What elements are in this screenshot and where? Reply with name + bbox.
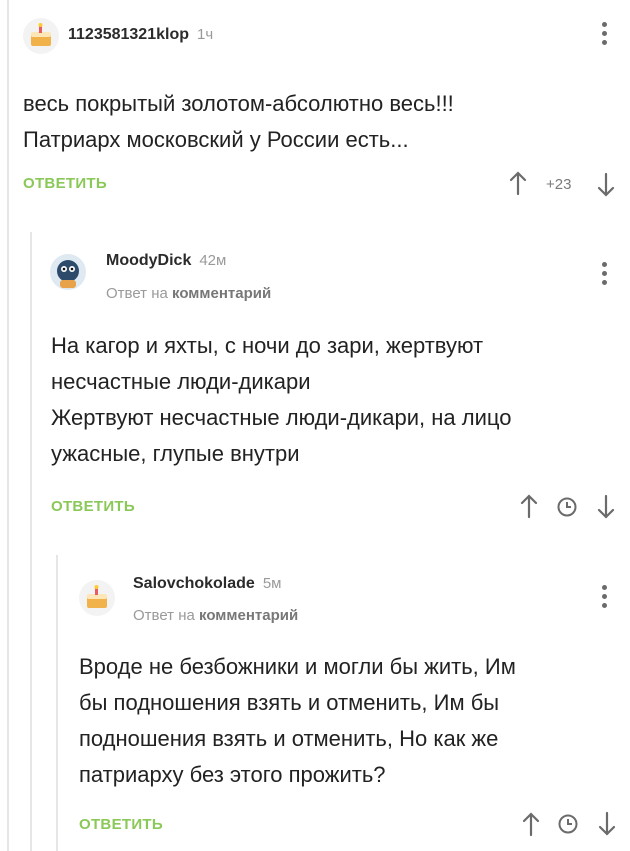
reply-button[interactable]: ОТВЕТИТЬ bbox=[23, 175, 107, 192]
cake-avatar-icon bbox=[31, 23, 51, 46]
thread-line bbox=[56, 555, 58, 851]
downvote-arrow-icon[interactable] bbox=[597, 494, 615, 520]
reply-button[interactable]: ОТВЕТИТЬ bbox=[79, 816, 163, 833]
comment-text: Вроде не безбожники и могли бы жить, Им … bbox=[79, 654, 516, 787]
more-menu-icon[interactable] bbox=[602, 585, 608, 611]
more-menu-icon[interactable] bbox=[602, 262, 608, 288]
author-name[interactable]: 1123581321klop 1ч bbox=[68, 26, 213, 44]
user-avatar[interactable] bbox=[23, 18, 59, 54]
more-menu-icon[interactable] bbox=[602, 22, 608, 48]
thread-line bbox=[30, 232, 32, 851]
comment-text: На кагор и яхты, с ночи до зари, жертвую… bbox=[51, 333, 512, 466]
downvote-arrow-icon[interactable] bbox=[598, 811, 616, 837]
cake-avatar-icon bbox=[87, 585, 107, 608]
clock-icon[interactable] bbox=[556, 496, 578, 518]
upvote-arrow-icon[interactable] bbox=[509, 170, 527, 196]
comment-time: 5м bbox=[262, 575, 282, 592]
author-name[interactable]: Salovchokolade 5м bbox=[133, 575, 281, 593]
comment-text: весь покрытый золотом-абсолютно весь!!! … bbox=[23, 91, 454, 152]
user-avatar[interactable] bbox=[79, 580, 115, 616]
reply-to-link[interactable]: Ответ на комментарий bbox=[106, 285, 271, 302]
upvote-arrow-icon[interactable] bbox=[522, 811, 540, 837]
user-avatar[interactable] bbox=[50, 254, 86, 290]
clock-icon[interactable] bbox=[557, 813, 579, 835]
reply-to-link[interactable]: Ответ на комментарий bbox=[133, 607, 298, 624]
rating-count: +23 bbox=[546, 176, 572, 193]
character-avatar-icon bbox=[57, 260, 79, 288]
comment-time: 1ч bbox=[197, 26, 214, 43]
author-name[interactable]: MoodyDick 42м bbox=[106, 252, 226, 270]
comment-time: 42м bbox=[199, 252, 227, 269]
reply-button[interactable]: ОТВЕТИТЬ bbox=[51, 498, 135, 515]
thread-line bbox=[7, 0, 9, 851]
downvote-arrow-icon[interactable] bbox=[597, 172, 615, 198]
upvote-arrow-icon[interactable] bbox=[520, 493, 538, 519]
